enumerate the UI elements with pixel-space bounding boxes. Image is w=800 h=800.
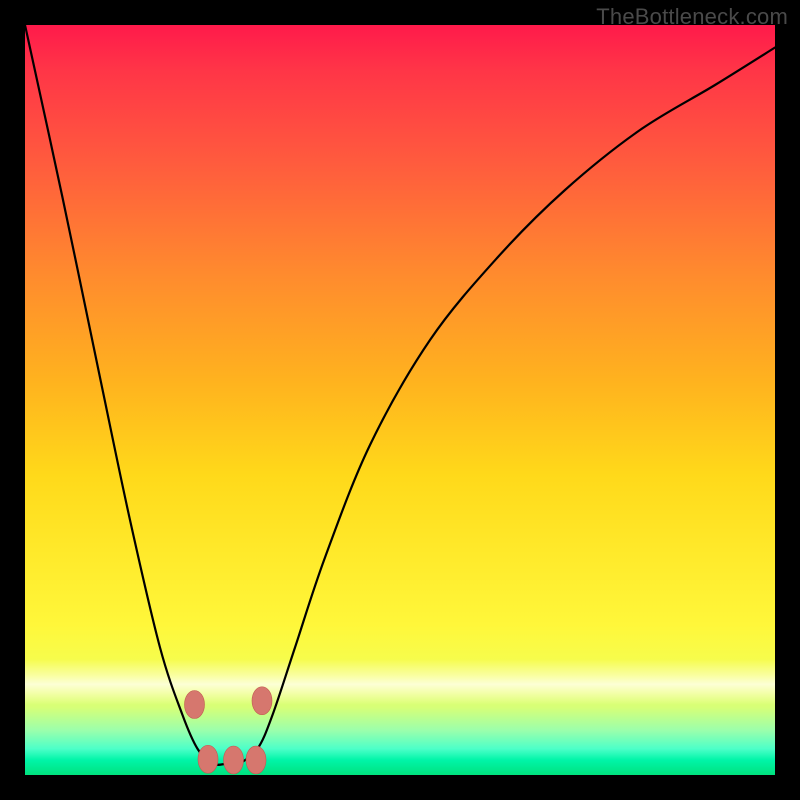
watermark-text: TheBottleneck.com — [596, 4, 788, 30]
chart-background-gradient — [25, 25, 775, 775]
chart-plot-area — [25, 25, 775, 775]
